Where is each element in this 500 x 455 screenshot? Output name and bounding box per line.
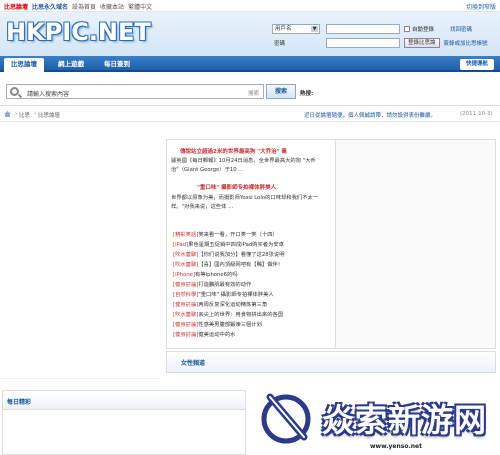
- thread-category-tag[interactable]: [吹水蓋聊]: [173, 312, 198, 318]
- section-header-daily: 每日精彩: [2, 390, 246, 410]
- breadcrumb-item-forum[interactable]: 比思論壇: [38, 111, 60, 119]
- tab-forum[interactable]: 比思論壇: [4, 58, 44, 72]
- top-link-bookmark[interactable]: 收藏本站: [100, 2, 124, 11]
- featured-headline-1[interactable]: 傳說站立超過2米的世界最高狗 "大乔治" 离: [180, 147, 287, 155]
- thread-title[interactable]: 丟尖上的世界：用食物拼出來的各国: [198, 312, 283, 318]
- search-bar: 請輸入搜索內容 搜索 搜索 熱搜:: [0, 82, 500, 106]
- featured-summary-2: 世界都以原象为美，而摄影师Yossi Lolo的口味却和我们不太一样。"对我来说…: [171, 195, 319, 210]
- top-bar: 比思論壇 比思永久域名 設為首頁 收藏本站 繁體中文 切換到窄版: [0, 0, 500, 12]
- thread-list-item[interactable]: [iPad]果色星期五促销中四成iPad购买者为安卓: [173, 240, 333, 250]
- search-type-select[interactable]: 搜索: [248, 89, 259, 97]
- section-title-video[interactable]: 女性頻道: [181, 358, 205, 367]
- top-links: 比思論壇 比思永久域名 設為首頁 收藏本站 繁體中文: [4, 2, 152, 11]
- thread-list-item[interactable]: [健身討論]打造鵬肌最有效的动作: [173, 280, 333, 290]
- thread-category-tag[interactable]: [自然科學]: [173, 292, 198, 298]
- divider: [0, 378, 160, 379]
- thread-list-item[interactable]: [吹水蓋聊]丟尖上的世界：用食物拼出來的各国: [173, 310, 333, 320]
- register-link[interactable]: 簽錄或加比思帳號: [444, 39, 488, 47]
- main-nav: 比思論壇 網上遊戲 每日簽到 快捷導航: [0, 56, 500, 72]
- thread-title[interactable]: 两周反复深化运动精炼第三角: [198, 302, 267, 308]
- password-label: 密碼: [274, 41, 286, 47]
- watermark-logo-icon: [261, 393, 311, 444]
- account-type-select[interactable]: 用戶名 ▼: [272, 24, 320, 34]
- thread-title[interactable]: 打造鵬肌最有效的动作: [198, 282, 251, 288]
- featured-headline-2[interactable]: "重口味" 攝影師专拍裸体胖美人: [197, 183, 276, 191]
- quick-nav-button[interactable]: 快捷導航: [459, 59, 494, 70]
- breadcrumb-item-site[interactable]: 比思: [19, 111, 30, 119]
- forgot-password-link[interactable]: 找回密碼: [450, 25, 472, 33]
- thread-list: [精彩笑話]笑来看一看，开口笑一笑（十四） [iPad]果色星期五促销中四成iPa…: [173, 230, 333, 340]
- thread-list-item[interactable]: [iPhone]有等iphone6的吗: [173, 270, 333, 280]
- thread-list-item[interactable]: [精彩笑話]笑来看一看，开口笑一笑（十四）: [173, 230, 333, 240]
- thread-list-item[interactable]: [自然科學]"重口味" 攝影師专拍裸体胖美人: [173, 290, 333, 300]
- search-placeholder: 請輸入搜索內容: [27, 91, 70, 98]
- username-input[interactable]: [326, 24, 400, 34]
- site-logo[interactable]: HKPIC.NET: [6, 18, 151, 46]
- thread-category-tag[interactable]: [精彩笑話]: [173, 232, 198, 238]
- thread-category-tag[interactable]: [吹水蓋聊]: [173, 262, 198, 268]
- thread-category-tag[interactable]: [iPad]: [173, 242, 188, 248]
- thread-category-tag[interactable]: [iPhone]: [173, 272, 195, 278]
- announcement-link[interactable]: 近日從論壇隨便，個人佩誠請帶，請勿設得表份雖嚴。: [304, 111, 436, 119]
- search-button[interactable]: 搜索: [266, 84, 296, 99]
- account-type-value: 用戶名: [275, 26, 292, 32]
- featured-panel: 傳說站立超過2米的世界最高狗 "大乔治" 离 據英國《每日郵報》10月24日消息…: [166, 139, 336, 349]
- thread-title[interactable]: 笑来看一看，开口笑一笑（十四）: [198, 232, 277, 238]
- thread-category-tag[interactable]: [健身討論]: [173, 332, 198, 338]
- hot-search-label: 熱搜:: [300, 91, 314, 97]
- thread-title[interactable]: 【喜】國內頂級网吧有【鴨】做伴！: [198, 262, 283, 268]
- thread-category-tag[interactable]: [吹水蓋聊]: [173, 252, 198, 258]
- thread-list-item[interactable]: [健身討論]健美运动中的水: [173, 330, 333, 340]
- watermark: 焱索新游网 www.yenso.net: [250, 385, 500, 455]
- top-link-traditional[interactable]: 繁體中文: [128, 2, 152, 11]
- breadcrumb-sep: ›: [34, 111, 37, 117]
- section-header-video: 女性頻道: [166, 351, 496, 373]
- featured-summary-1: 據英國《每日郵報》10月24日消息，全世界最高大的狗 "大乔治"（Giant G…: [171, 158, 316, 173]
- thread-title[interactable]: 果色星期五促销中四成iPad购买者为安卓: [188, 242, 284, 248]
- thread-title[interactable]: "重口味" 攝影師专拍裸体胖美人: [198, 292, 273, 298]
- thread-title[interactable]: 健美运动中的水: [198, 332, 235, 338]
- thread-list-item[interactable]: [健身討論]两周反复深化运动精炼第三角: [173, 300, 333, 310]
- auto-login-checkbox[interactable]: [404, 26, 410, 32]
- thread-title[interactable]: 性感美男腹部鍛煉三個计划: [198, 322, 262, 328]
- watermark-url: www.yenso.net: [370, 443, 422, 450]
- thread-category-tag[interactable]: [健身討論]: [173, 302, 198, 308]
- search-icon: [10, 87, 19, 96]
- thread-list-item[interactable]: [健身討論]性感美男腹部鍛煉三個计划: [173, 320, 333, 330]
- announcement-date: (2011-10-3): [460, 111, 493, 117]
- narrow-toggle-link[interactable]: 切換到窄版: [466, 2, 496, 11]
- auto-login-label: 自動登錄: [412, 27, 435, 33]
- thread-title[interactable]: 【你们说我加分】看懂了这28张说明: [198, 252, 284, 258]
- section-title-daily[interactable]: 每日精彩: [7, 397, 31, 406]
- thread-list-item[interactable]: [吹水蓋聊]【你们说我加分】看懂了这28张说明: [173, 250, 333, 260]
- thread-category-tag[interactable]: [健身討論]: [173, 282, 198, 288]
- thread-category-tag[interactable]: [健身討論]: [173, 322, 198, 328]
- chevron-down-icon: ▼: [311, 26, 318, 32]
- password-input[interactable]: [326, 38, 400, 48]
- breadcrumb: › 比思 › 比思論壇 近日從論壇隨便，個人佩誠請帶，請勿設得表份雖嚴。 (20…: [0, 108, 500, 122]
- right-column: [336, 139, 496, 349]
- top-link-homepage[interactable]: 設為首頁: [72, 2, 96, 11]
- login-button[interactable]: 登錄比思論: [404, 38, 440, 48]
- breadcrumb-sep: ›: [15, 111, 18, 117]
- watermark-text: 焱索新游网: [322, 401, 488, 439]
- daily-content: [2, 410, 246, 455]
- tab-daily-signin[interactable]: 每日簽到: [96, 58, 138, 72]
- top-link-domain[interactable]: 比思永久域名: [32, 2, 68, 11]
- header: HKPIC.NET: [0, 12, 500, 56]
- tab-online-games[interactable]: 網上遊戲: [50, 58, 92, 72]
- search-input[interactable]: 請輸入搜索內容 搜索: [6, 84, 264, 99]
- thread-list-item[interactable]: [吹水蓋聊]【喜】國內頂級网吧有【鴨】做伴！: [173, 260, 333, 270]
- home-icon[interactable]: [4, 111, 11, 117]
- thread-title[interactable]: 有等iphone6的吗: [195, 272, 238, 278]
- top-link-forum[interactable]: 比思論壇: [4, 2, 28, 11]
